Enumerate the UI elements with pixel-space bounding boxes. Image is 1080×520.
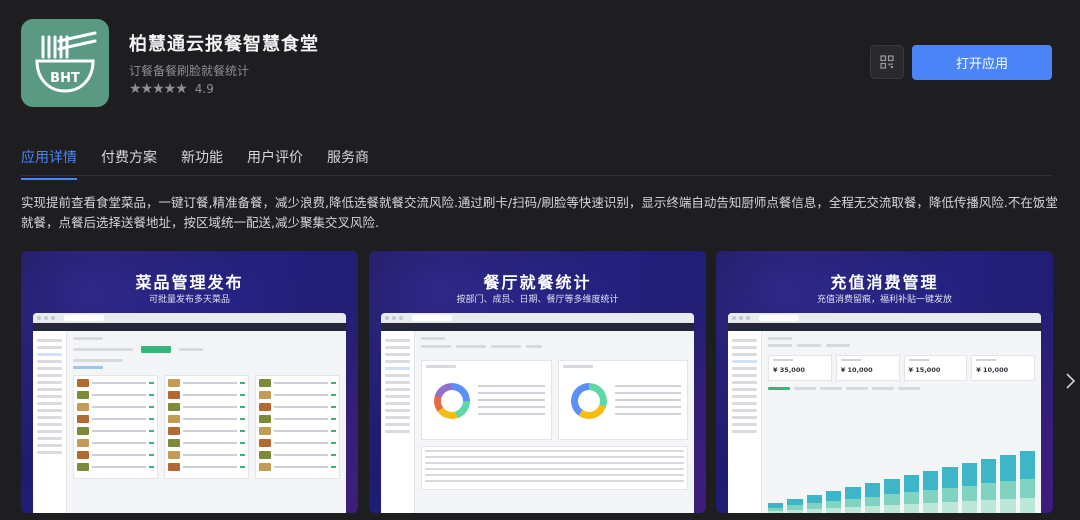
screenshot-recharge-management[interactable]: 充值消费管理 充值消费留痕，福利补贴一键发放 ¥ 35,000 ¥ 10,000… [716, 251, 1053, 513]
stat-value: ¥ 15,000 [908, 366, 941, 374]
bar-mark [806, 495, 823, 513]
bar-mark [980, 459, 997, 513]
screenshot-subtitle: 按部门、成员、日期、餐厅等多维度统计 [456, 295, 619, 305]
bar-mark [864, 483, 881, 513]
chevron-right-icon[interactable] [1063, 372, 1077, 390]
recharge-bar-chart [768, 447, 1036, 513]
screenshot-mockup: ¥ 35,000 ¥ 10,000 ¥ 15,000 ¥ 10,000 [728, 313, 1041, 513]
stat-value: ¥ 10,000 [976, 366, 1009, 374]
bar-mark [826, 491, 842, 513]
rating-value: 4.9 [194, 82, 214, 96]
rating-stars: ★★★★★ [129, 81, 188, 97]
screenshot-carousel: 菜品管理发布 可批量发布多天菜品 餐厅就餐统计 按部门、成员、日期、餐厅等多维度… [21, 251, 1061, 520]
open-app-button[interactable]: 打开应用 [912, 45, 1052, 80]
bar-mark [787, 499, 803, 513]
rating: ★★★★★ 4.9 [129, 81, 214, 97]
bar-mark [1000, 455, 1016, 513]
qr-code-button[interactable] [870, 45, 904, 79]
screenshot-dining-stats[interactable]: 餐厅就餐统计 按部门、成员、日期、餐厅等多维度统计 [369, 251, 706, 513]
app-subtitle: 订餐备餐刷脸就餐统计 [129, 64, 250, 78]
screenshot-mockup [381, 313, 694, 513]
screenshot-subtitle: 充值消费留痕，福利补贴一键发放 [816, 295, 952, 305]
screenshot-title: 餐厅就餐统计 [483, 273, 592, 292]
app-description: 实现提前查看食堂菜品，一键订餐,精准备餐，减少浪费,降低选餐就餐交流风险.通过刷… [21, 195, 1058, 230]
bar-mark [884, 479, 900, 513]
app-icon-text: BHT [50, 71, 80, 86]
stat-value: ¥ 35,000 [773, 366, 805, 374]
tabs-divider [21, 175, 1052, 176]
qr-code-icon [880, 55, 894, 69]
bar-mark [845, 487, 861, 513]
screenshot-title: 菜品管理发布 [135, 273, 244, 292]
canteen-bowl-icon: BHT [35, 31, 97, 93]
stat-value: ¥ 10,000 [840, 366, 873, 374]
bar-mark [903, 475, 919, 513]
screenshot-subtitle: 可批量发布多天菜品 [148, 295, 230, 305]
screenshot-menu-management[interactable]: 菜品管理发布 可批量发布多天菜品 [21, 251, 358, 513]
app-title: 柏慧通云报餐智慧食堂 [129, 34, 319, 55]
app-icon: BHT [21, 19, 109, 107]
bar-mark [922, 471, 939, 513]
bar-mark [1019, 451, 1036, 513]
screenshot-title: 充值消费管理 [830, 273, 939, 292]
bar-mark [942, 467, 958, 513]
screenshot-mockup [33, 313, 346, 513]
bar-mark [768, 503, 784, 513]
bar-mark [961, 463, 977, 513]
